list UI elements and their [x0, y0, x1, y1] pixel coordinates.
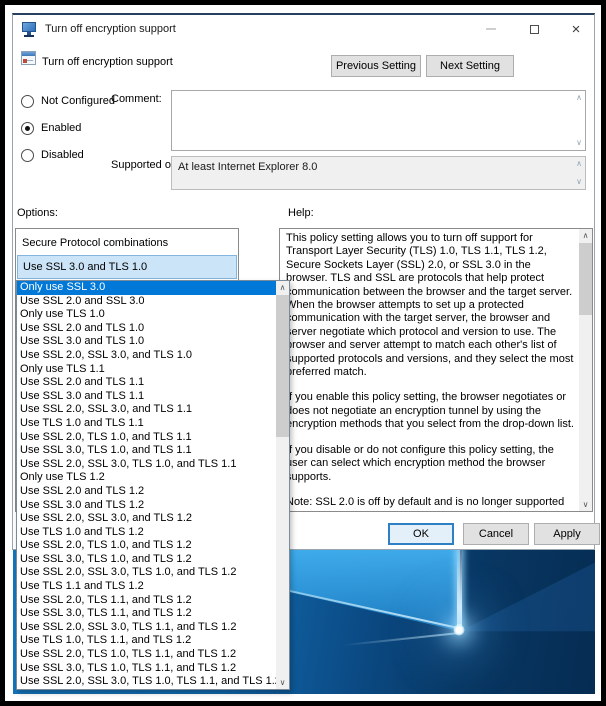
help-paragraph: If you enable this policy setting, the b…	[286, 391, 574, 431]
dropdown-option[interactable]: Only use TLS 1.2	[17, 471, 276, 485]
dropdown-list: Only use SSL 3.0 Use SSL 2.0 and SSL 3.0 O…	[17, 281, 276, 689]
wallpaper-glow-point	[453, 624, 465, 636]
help-text: This policy setting allows you to turn o…	[286, 232, 575, 508]
scroll-down-icon[interactable]: ∨	[276, 676, 289, 689]
scrollbar-thumb[interactable]	[276, 295, 289, 437]
window-title: Turn off encryption support	[45, 23, 176, 35]
dropdown-option[interactable]: Use TLS 1.0 and TLS 1.2	[17, 526, 276, 540]
comment-label: Comment:	[111, 93, 162, 105]
scroll-up-icon[interactable]: ∧	[579, 229, 592, 242]
dropdown-option[interactable]: Use SSL 3.0, TLS 1.0, and TLS 1.2	[17, 553, 276, 567]
help-label: Help:	[288, 207, 314, 219]
help-paragraph: Note: SSL 2.0 is off by default and is n…	[286, 495, 565, 508]
dropdown-option[interactable]: Use SSL 2.0 and TLS 1.1	[17, 376, 276, 390]
apply-button[interactable]: Apply	[534, 523, 600, 545]
supported-on-value-box: At least Internet Explorer 8.0 ∧ ∨	[171, 156, 586, 190]
scroll-down-icon[interactable]: ∨	[579, 498, 592, 511]
radio-circle-icon[interactable]	[21, 148, 34, 162]
close-button[interactable]: ×	[560, 15, 592, 43]
help-paragraph: This policy setting allows you to turn o…	[286, 232, 574, 379]
dropdown-option[interactable]: Use SSL 3.0, TLS 1.1, and TLS 1.2	[17, 607, 276, 621]
radio-enabled[interactable]: Enabled	[21, 120, 81, 136]
dropdown-scrollbar[interactable]: ∧ ∨	[276, 281, 289, 689]
scrollbar-thumb[interactable]	[579, 243, 592, 315]
dropdown-option[interactable]: Use SSL 2.0 and SSL 3.0	[17, 295, 276, 309]
ok-button[interactable]: OK	[388, 523, 454, 545]
wallpaper-ray	[343, 631, 461, 647]
dropdown-option[interactable]: Use SSL 2.0, SSL 3.0, TLS 1.1, and TLS 1…	[17, 621, 276, 635]
dropdown-option[interactable]: Use SSL 2.0, SSL 3.0, TLS 1.0, and TLS 1…	[17, 566, 276, 580]
dropdown-option[interactable]: Use TLS 1.0, TLS 1.1, and TLS 1.2	[17, 634, 276, 648]
dropdown-option[interactable]: Use SSL 2.0 and TLS 1.0	[17, 322, 276, 336]
protocol-dropdown-popup: Only use SSL 3.0 Use SSL 2.0 and SSL 3.0 O…	[16, 280, 290, 690]
dropdown-option[interactable]: Use SSL 3.0 and TLS 1.0	[17, 335, 276, 349]
dropdown-option[interactable]: Use SSL 2.0, SSL 3.0, and TLS 1.0	[17, 349, 276, 363]
scroll-up-icon[interactable]: ∧	[576, 94, 582, 102]
dropdown-option[interactable]: Use TLS 1.0 and TLS 1.1	[17, 417, 276, 431]
scroll-up-icon[interactable]: ∧	[576, 160, 582, 168]
dropdown-option[interactable]: Use SSL 2.0, TLS 1.0, and TLS 1.2	[17, 539, 276, 553]
dropdown-option[interactable]: Use SSL 2.0, SSL 3.0, and TLS 1.1	[17, 403, 276, 417]
options-label: Options:	[17, 207, 58, 219]
dropdown-option[interactable]: Use SSL 2.0, TLS 1.0, and TLS 1.1	[17, 431, 276, 445]
scroll-down-icon[interactable]: ∨	[576, 178, 582, 186]
scroll-up-icon[interactable]: ∧	[276, 281, 289, 294]
comment-input[interactable]: ∧ ∨	[171, 90, 586, 151]
dropdown-option[interactable]: Use SSL 2.0, SSL 3.0, TLS 1.0, and TLS 1…	[17, 458, 276, 472]
help-paragraph: If you disable or do not configure this …	[286, 443, 554, 483]
next-setting-button[interactable]: Next Setting	[426, 55, 514, 77]
help-scrollbar[interactable]: ∧ ∨	[579, 229, 592, 511]
dropdown-option[interactable]: Only use SSL 3.0	[17, 281, 276, 295]
cancel-button[interactable]: Cancel	[463, 523, 529, 545]
dropdown-option[interactable]: Use SSL 2.0, TLS 1.1, and TLS 1.2	[17, 594, 276, 608]
minimize-icon	[486, 28, 496, 30]
help-panel: This policy setting allows you to turn o…	[279, 228, 593, 512]
dropdown-option[interactable]: Use TLS 1.1 and TLS 1.2	[17, 580, 276, 594]
policy-setting-icon	[21, 51, 36, 65]
radio-disabled[interactable]: Disabled	[21, 147, 84, 163]
parameter-label: Secure Protocol combinations	[22, 237, 169, 249]
dropdown-option[interactable]: Use SSL 3.0, TLS 1.0, TLS 1.1, and TLS 1…	[17, 662, 276, 676]
dropdown-option[interactable]: Use SSL 3.0 and TLS 1.2	[17, 499, 276, 513]
dropdown-option[interactable]: Use SSL 2.0 and TLS 1.2	[17, 485, 276, 499]
dropdown-option[interactable]: Use SSL 3.0, TLS 1.0, and TLS 1.1	[17, 444, 276, 458]
radio-not-configured[interactable]: Not Configured	[21, 93, 115, 109]
maximize-icon	[529, 24, 539, 34]
wallpaper-light-beam	[457, 548, 462, 632]
dropdown-option[interactable]: Only use TLS 1.0	[17, 308, 276, 322]
supported-on-label: Supported on:	[111, 159, 181, 171]
supported-on-value: At least Internet Explorer 8.0	[178, 161, 318, 173]
scroll-down-icon[interactable]: ∨	[576, 139, 582, 147]
dropdown-option[interactable]: Use SSL 2.0, SSL 3.0, TLS 1.0, TLS 1.1, …	[17, 675, 276, 689]
radio-circle-icon[interactable]	[21, 121, 34, 135]
dropdown-option[interactable]: Use SSL 2.0, TLS 1.0, TLS 1.1, and TLS 1…	[17, 648, 276, 662]
combobox-selected-value: Use SSL 3.0 and TLS 1.0	[23, 261, 148, 273]
dropdown-option[interactable]: Only use TLS 1.1	[17, 363, 276, 377]
radio-circle-icon[interactable]	[21, 94, 34, 108]
minimize-button[interactable]	[475, 15, 507, 43]
dropdown-option[interactable]: Use SSL 2.0, SSL 3.0, and TLS 1.2	[17, 512, 276, 526]
policy-app-icon	[22, 21, 38, 37]
policy-name: Turn off encryption support	[42, 56, 173, 68]
dropdown-option[interactable]: Use SSL 3.0 and TLS 1.1	[17, 390, 276, 404]
maximize-button[interactable]	[518, 15, 550, 43]
protocol-combobox[interactable]: Use SSL 3.0 and TLS 1.0	[17, 255, 237, 279]
previous-setting-button[interactable]: Previous Setting	[331, 55, 421, 77]
